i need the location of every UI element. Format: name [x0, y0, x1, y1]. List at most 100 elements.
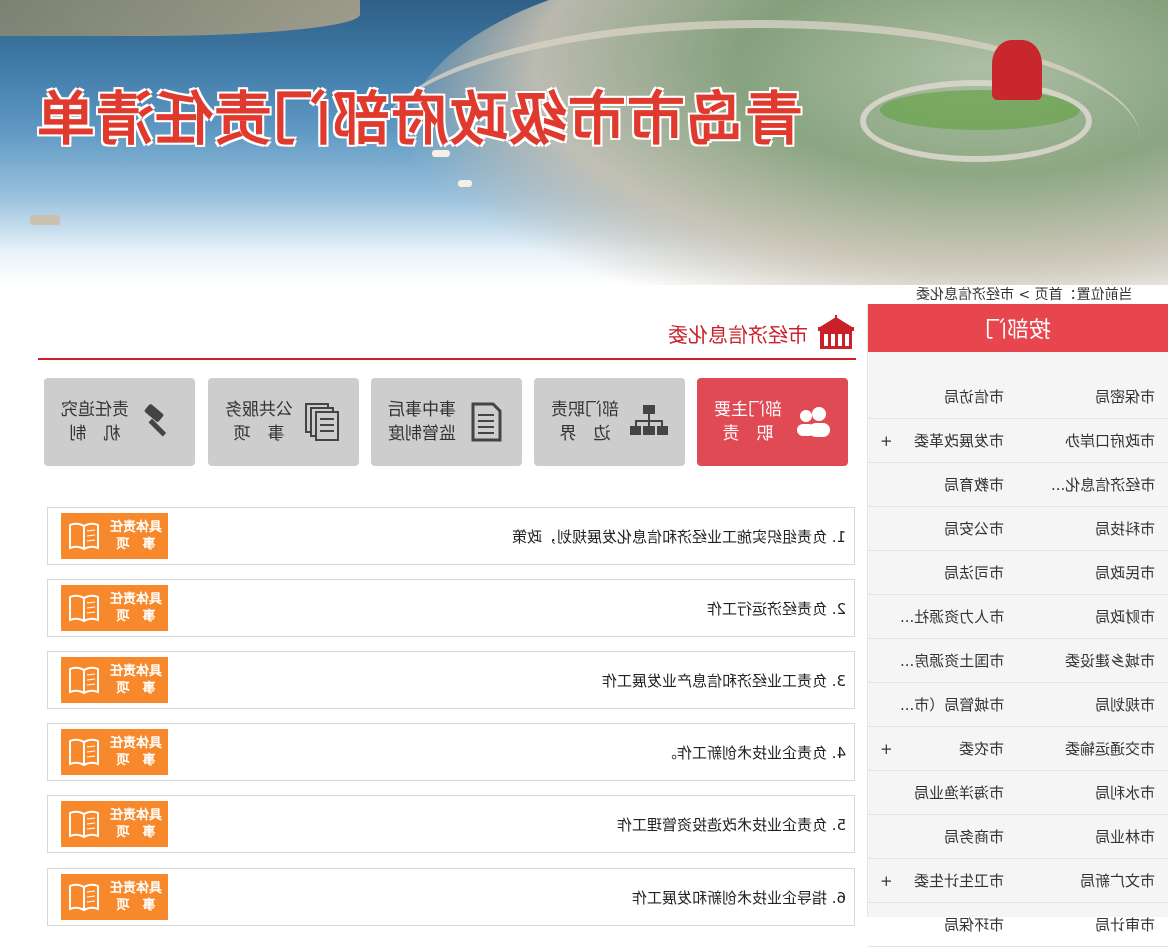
sidebar-item-label: 市公安局: [944, 518, 1004, 539]
detail-badge[interactable]: 具体责任 事 项: [61, 729, 168, 775]
expand-icon[interactable]: +: [880, 432, 893, 450]
sidebar-item[interactable]: 市审计局: [1019, 914, 1168, 935]
sidebar-row: +市农委 市交通运输委: [868, 727, 1168, 771]
sidebar-item[interactable]: +市农委: [868, 738, 1019, 759]
tab-label: 部门主要 职 责: [714, 398, 782, 446]
item-text: 1. 负责组织实施工业经济和信息化发展规划，政策: [512, 526, 846, 547]
sidebar-row: 市海洋渔业局 市水利局: [868, 771, 1168, 815]
sidebar-item[interactable]: 市民政局: [1019, 562, 1168, 583]
list-item[interactable]: 具体责任 事 项 5. 负责企业技术改造投资管理工作: [47, 795, 855, 853]
sidebar-row: 市商务局 市林业局: [868, 815, 1168, 859]
detail-badge[interactable]: 具体责任 事 项: [61, 801, 168, 847]
badge-label: 具体责任 事 项: [110, 663, 162, 697]
sidebar-item[interactable]: 市科技局: [1019, 518, 1168, 539]
sidebar-item[interactable]: 市政府口岸办: [1019, 430, 1168, 451]
sidebar-item-label: 市卫生计生委: [914, 870, 1004, 891]
boat: [458, 180, 472, 187]
sidebar-item[interactable]: 市水利局: [1019, 782, 1168, 803]
may-wind-sculpture: [992, 40, 1042, 100]
sidebar-item[interactable]: 市保密局: [1019, 386, 1168, 407]
sidebar-item[interactable]: 市文广新局: [1019, 870, 1168, 891]
sidebar-item[interactable]: 市城管局（市...: [868, 694, 1019, 715]
detail-badge[interactable]: 具体责任 事 项: [61, 513, 168, 559]
sidebar-list: 市信访局 市保密局 +市发展改革委 市政府口岸办 市教育局 市经济信息化... …: [868, 352, 1168, 947]
sidebar-item-label: 市科技局: [1095, 518, 1155, 539]
sidebar-item[interactable]: 市人力资源社...: [868, 606, 1019, 627]
sidebar-item[interactable]: 市国土资源房...: [868, 650, 1019, 671]
document-icon: [466, 402, 506, 442]
list-item[interactable]: 具体责任 事 项 6. 指导企业技术创新和发展工作: [47, 868, 855, 926]
sidebar-item-label: 市城管局（市...: [900, 694, 1004, 715]
sidebar-header: 按部门: [868, 304, 1168, 352]
tab-label: 责任追究 机 制: [61, 398, 129, 446]
sidebar-item-label: 市城乡建设委: [1065, 650, 1155, 671]
sidebar-item[interactable]: +市发展改革委: [868, 430, 1019, 451]
sidebar-item[interactable]: 市公安局: [868, 518, 1019, 539]
header-banner: 青岛市市级政府部门责任清单: [0, 0, 1168, 285]
sidebar-item[interactable]: + 市卫生计生委: [868, 870, 1019, 891]
sidebar-item[interactable]: 市商务局: [868, 826, 1019, 847]
sidebar-row: +市发展改革委 市政府口岸办: [868, 419, 1168, 463]
sidebar-item[interactable]: 市环保局: [868, 914, 1019, 935]
breadcrumb-text: 当前位置：首页 > 市经济信息化委: [916, 284, 1133, 304]
sidebar-item-label: 市政府口岸办: [1065, 430, 1155, 451]
page-title: 市经济信息化委: [668, 319, 808, 348]
sidebar-item-label: 市环保局: [944, 914, 1004, 935]
sidebar-item[interactable]: 市教育局: [868, 474, 1019, 495]
sidebar-item[interactable]: 市规划局: [1019, 694, 1168, 715]
list-item[interactable]: 具体责任 事 项 1. 负责组织实施工业经济和信息化发展规划，政策: [47, 507, 855, 565]
list-item[interactable]: 具体责任 事 项 3. 负责工业经济和信息产业发展工作: [47, 651, 855, 709]
banner-plaza: [860, 80, 1092, 162]
item-text: 3. 负责工业经济和信息产业发展工作: [602, 670, 846, 691]
book-icon: [67, 663, 101, 697]
sidebar-item-label: 市教育局: [944, 474, 1004, 495]
sidebar-row: 市教育局 市经济信息化...: [868, 463, 1168, 507]
sidebar-item[interactable]: 市司法局: [868, 562, 1019, 583]
sidebar-item-label: 市审计局: [1095, 914, 1155, 935]
building-icon: [816, 315, 856, 351]
tab-duty-boundary[interactable]: 部门职责 边 界: [534, 378, 685, 466]
sidebar-item[interactable]: 市交通运输委: [1019, 738, 1168, 759]
sidebar-item[interactable]: 市林业局: [1019, 826, 1168, 847]
badge-label: 具体责任 事 项: [110, 807, 162, 841]
banner-landmass: [0, 0, 360, 36]
tab-public-service[interactable]: 公共服务 事 项: [208, 378, 359, 466]
list-item[interactable]: 具体责任 事 项 2. 负责经济运行工作: [47, 579, 855, 637]
tab-label: 事中事后 监管制度: [388, 398, 456, 446]
sidebar-item-label: 市商务局: [944, 826, 1004, 847]
item-text: 6. 指导企业技术创新和发展工作: [632, 887, 846, 908]
sidebar-item[interactable]: 市经济信息化...: [1019, 474, 1168, 495]
sidebar-item-label: 市规划局: [1095, 694, 1155, 715]
list-item[interactable]: 具体责任 事 项 4. 负责企业技术创新工作。: [47, 723, 855, 781]
sidebar-item-label: 市司法局: [944, 562, 1004, 583]
badge-label: 具体责任 事 项: [110, 591, 162, 625]
boat: [30, 215, 60, 225]
category-tabs: 部门主要 职 责 部门职责 边 界 事中事后 监管制度 公共服务 事 项: [44, 378, 850, 466]
detail-badge[interactable]: 具体责任 事 项: [61, 874, 168, 920]
sidebar-item[interactable]: 市信访局: [868, 386, 1019, 407]
detail-badge[interactable]: 具体责任 事 项: [61, 657, 168, 703]
org-chart-icon: [629, 402, 669, 442]
sidebar-row: 市公安局 市科技局: [868, 507, 1168, 551]
sidebar-item-label: 市文广新局: [1080, 870, 1155, 891]
detail-badge[interactable]: 具体责任 事 项: [61, 585, 168, 631]
sidebar-item-label: 市经济信息化...: [1051, 474, 1155, 495]
sidebar-item-label: 市信访局: [944, 386, 1004, 407]
documents-stack-icon: [303, 402, 343, 442]
expand-icon[interactable]: +: [880, 740, 893, 758]
sidebar-item-label: 市交通运输委: [1065, 738, 1155, 759]
tab-accountability[interactable]: 责任追究 机 制: [44, 378, 195, 466]
sidebar-row: 市人力资源社... 市财政局: [868, 595, 1168, 639]
department-sidebar: 按部门 市信访局 市保密局 +市发展改革委 市政府口岸办 市教育局 市经济信息化…: [867, 304, 1168, 917]
sidebar-item-label: 市海洋渔业局: [914, 782, 1004, 803]
breadcrumb: 当前位置：首页 > 市经济信息化委: [916, 284, 1133, 304]
gavel-icon: [139, 402, 179, 442]
tab-main-duties[interactable]: 部门主要 职 责: [697, 378, 848, 466]
tab-supervision[interactable]: 事中事后 监管制度: [371, 378, 522, 466]
sidebar-item-label: 市保密局: [1095, 386, 1155, 407]
sidebar-item[interactable]: 市财政局: [1019, 606, 1168, 627]
department-header: 市经济信息化委: [662, 313, 856, 353]
sidebar-item[interactable]: 市海洋渔业局: [868, 782, 1019, 803]
expand-icon[interactable]: +: [880, 872, 893, 890]
sidebar-item[interactable]: 市城乡建设委: [1019, 650, 1168, 671]
